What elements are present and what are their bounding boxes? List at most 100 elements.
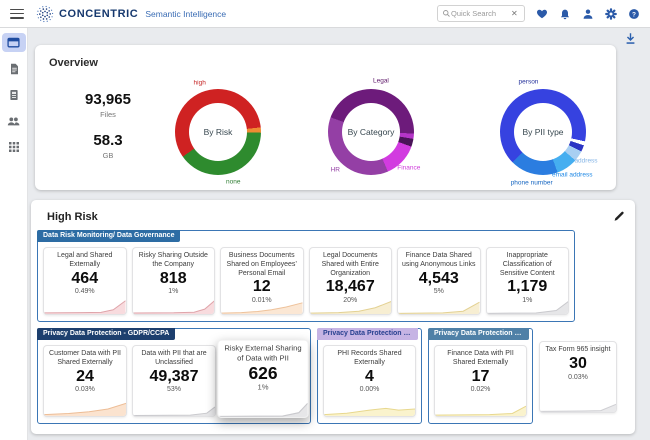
metric-sparkline bbox=[133, 300, 215, 314]
help-icon[interactable]: ? bbox=[628, 8, 640, 20]
metric-sparkline bbox=[487, 300, 569, 314]
risk-groups-row2: Privacy Data Protection - GDPR/CCPA Cust… bbox=[37, 328, 631, 424]
donut-segment-label: none bbox=[226, 178, 240, 185]
donut-segment-label: Finance bbox=[397, 164, 420, 171]
brand-tagline: Semantic Intelligence bbox=[145, 9, 226, 19]
files-count: 93,965 bbox=[63, 91, 153, 108]
high-risk-title: High Risk bbox=[47, 211, 98, 223]
standalone-card-slot: Tax Form 965 insight 30 0.03% bbox=[539, 341, 617, 413]
user-profile-icon[interactable] bbox=[582, 8, 594, 20]
metric-title: Data with PII that are Unclassified bbox=[136, 350, 212, 368]
donut-segment-label: Legal bbox=[373, 77, 389, 84]
metric-percent: 0.00% bbox=[360, 386, 380, 393]
metric-card[interactable]: Tax Form 965 insight 30 0.03% bbox=[539, 341, 617, 413]
metric-value: 18,467 bbox=[326, 279, 375, 296]
donut-segment-label: address bbox=[574, 158, 597, 165]
metric-title: PHI Records Shared Externally bbox=[327, 350, 412, 368]
donut-ring[interactable]: By Risk bbox=[175, 89, 261, 175]
metric-card[interactable]: Business Documents Shared on Employees’ … bbox=[220, 247, 304, 315]
metric-value: 24 bbox=[76, 369, 94, 386]
metric-sparkline bbox=[44, 300, 126, 314]
metric-percent: 0.03% bbox=[568, 374, 588, 381]
metric-sparkline bbox=[540, 398, 616, 412]
favorites-heart-icon[interactable] bbox=[536, 8, 548, 20]
metric-value: 626 bbox=[248, 365, 277, 383]
metric-percent: 53% bbox=[167, 386, 181, 393]
quick-search-input[interactable] bbox=[451, 9, 509, 18]
files-label: Files bbox=[63, 110, 153, 119]
quick-search-box[interactable]: ✕ bbox=[437, 5, 525, 22]
metric-sparkline bbox=[398, 300, 480, 314]
overview-stats: 93,965 Files 58.3 GB bbox=[63, 91, 153, 160]
metric-value: 30 bbox=[569, 356, 587, 373]
metric-title: Legal and Shared Externally bbox=[47, 252, 123, 270]
metric-value: 1,179 bbox=[507, 279, 547, 296]
menu-hamburger-icon[interactable] bbox=[10, 9, 24, 19]
sidebar-item-apps[interactable] bbox=[2, 137, 26, 156]
metric-card[interactable]: Risky External Sharing of Data with PII … bbox=[217, 340, 309, 418]
metric-card[interactable]: Risky Sharing Outside the Company 818 1% bbox=[132, 247, 216, 315]
metric-sparkline bbox=[221, 300, 303, 314]
apps-grid-icon bbox=[8, 141, 20, 153]
metric-title: Inappropriate Classification of Sensitiv… bbox=[490, 252, 566, 278]
metric-value: 12 bbox=[253, 279, 271, 296]
metric-percent: 0.03% bbox=[75, 386, 95, 393]
donut-chart-by-category: By Category Legal Finance HR bbox=[296, 78, 446, 190]
gb-stat: 58.3 GB bbox=[63, 132, 153, 160]
metric-value: 4 bbox=[365, 369, 374, 386]
sidebar-item-dashboard[interactable] bbox=[2, 33, 26, 52]
metric-sparkline bbox=[133, 402, 215, 416]
risk-category-group: Privacy Data Protection - GLBA Finance D… bbox=[428, 328, 533, 424]
metric-card[interactable]: Finance Data Shared using Anonymous Link… bbox=[397, 247, 481, 315]
metric-percent: 0.49% bbox=[75, 288, 95, 295]
metric-card[interactable]: PHI Records Shared Externally 4 0.00% bbox=[323, 345, 416, 417]
metric-title: Legal Documents Shared with Entire Organ… bbox=[313, 252, 389, 278]
metric-title: Risky Sharing Outside the Company bbox=[136, 252, 212, 270]
donut-segment-label: phone number bbox=[511, 179, 553, 186]
donut-segment-label: HR bbox=[331, 166, 340, 173]
metric-card[interactable]: Inappropriate Classification of Sensitiv… bbox=[486, 247, 570, 315]
risk-category-group: Privacy Data Protection - HIPAA PHI Reco… bbox=[317, 328, 422, 424]
metric-percent: 1% bbox=[168, 288, 178, 295]
metric-card[interactable]: Legal Documents Shared with Entire Organ… bbox=[309, 247, 393, 315]
dashboard-icon bbox=[7, 36, 20, 49]
donut-chart-by-risk: By Risk high none bbox=[143, 78, 293, 190]
overview-title: Overview bbox=[49, 57, 98, 69]
left-sidebar bbox=[0, 28, 28, 440]
metric-title: Finance Data Shared using Anonymous Link… bbox=[401, 252, 477, 270]
metric-card[interactable]: Finance Data with PII Shared Externally … bbox=[434, 345, 527, 417]
concentric-logo-icon bbox=[36, 5, 54, 23]
group-label: Privacy Data Protection - GDPR/CCPA bbox=[37, 328, 175, 340]
high-risk-panel: High Risk Data Risk Monitoring/ Data Gov… bbox=[31, 200, 635, 434]
donut-segment-label: person bbox=[519, 79, 539, 86]
report-icon bbox=[8, 89, 20, 101]
sidebar-item-reports[interactable] bbox=[2, 85, 26, 104]
metric-sparkline bbox=[324, 402, 415, 416]
users-icon bbox=[7, 115, 20, 127]
search-clear-icon[interactable]: ✕ bbox=[511, 9, 518, 18]
donut-hole: By Risk bbox=[189, 103, 247, 161]
metric-value: 17 bbox=[472, 369, 490, 386]
brand-name: CONCENTRIC bbox=[59, 8, 138, 20]
settings-gear-icon[interactable] bbox=[605, 8, 617, 20]
edit-pencil-icon[interactable] bbox=[613, 210, 625, 225]
donut-ring[interactable]: By Category bbox=[328, 89, 414, 175]
metric-card[interactable]: Legal and Shared Externally 464 0.49% bbox=[43, 247, 127, 315]
notifications-bell-icon[interactable] bbox=[559, 8, 571, 20]
sidebar-item-documents[interactable] bbox=[2, 59, 26, 78]
metric-card[interactable]: Customer Data with PII Shared Externally… bbox=[43, 345, 127, 417]
donut-segment-label: high bbox=[194, 80, 206, 87]
sidebar-item-users[interactable] bbox=[2, 111, 26, 130]
metric-card[interactable]: Data with PII that are Unclassified 49,3… bbox=[132, 345, 216, 417]
donut-hole: By PII type bbox=[514, 103, 572, 161]
group-cards: Finance Data with PII Shared Externally … bbox=[434, 345, 527, 417]
donut-ring[interactable]: By PII type bbox=[500, 89, 586, 175]
metric-value: 818 bbox=[160, 271, 187, 288]
metric-title: Finance Data with PII Shared Externally bbox=[438, 350, 523, 368]
metric-value: 4,543 bbox=[419, 271, 459, 288]
metric-value: 464 bbox=[71, 271, 98, 288]
download-icon[interactable] bbox=[624, 32, 637, 48]
gb-label: GB bbox=[63, 151, 153, 160]
group-label: Data Risk Monitoring/ Data Governance bbox=[37, 230, 180, 242]
group-label: Privacy Data Protection - GLBA bbox=[428, 328, 529, 340]
